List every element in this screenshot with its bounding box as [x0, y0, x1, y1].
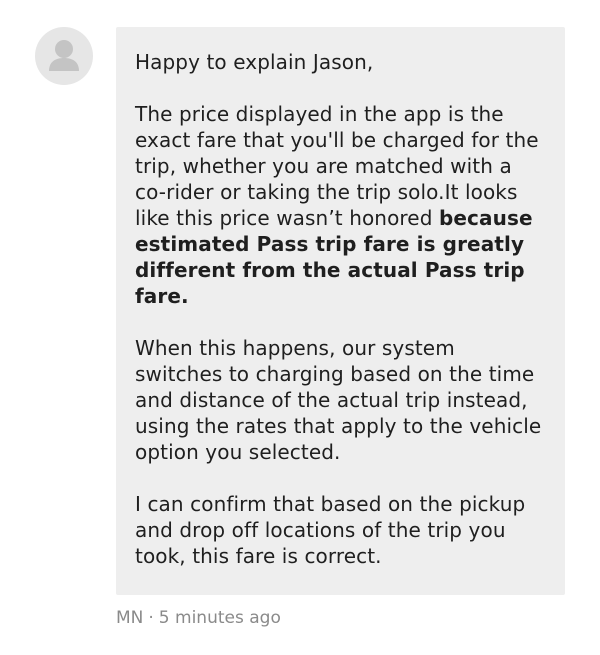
- message-timestamp: 5 minutes ago: [158, 608, 281, 628]
- avatar: [35, 27, 93, 85]
- meta-separator: ·: [148, 608, 154, 628]
- message-body: Happy to explain Jason, The price displa…: [135, 49, 545, 569]
- message-paragraph-2: When this happens, our system switches t…: [135, 336, 542, 464]
- message-paragraph-1: The price displayed in the app is the ex…: [135, 101, 545, 309]
- message-meta: MN · 5 minutes ago: [116, 606, 281, 630]
- message-paragraph-3: I can confirm that based on the pickup a…: [135, 492, 526, 568]
- message-greeting: Happy to explain Jason,: [135, 50, 374, 74]
- user-silhouette-icon: [49, 40, 79, 71]
- message-bubble: Happy to explain Jason, The price displa…: [116, 27, 565, 595]
- message-author: MN: [116, 608, 144, 628]
